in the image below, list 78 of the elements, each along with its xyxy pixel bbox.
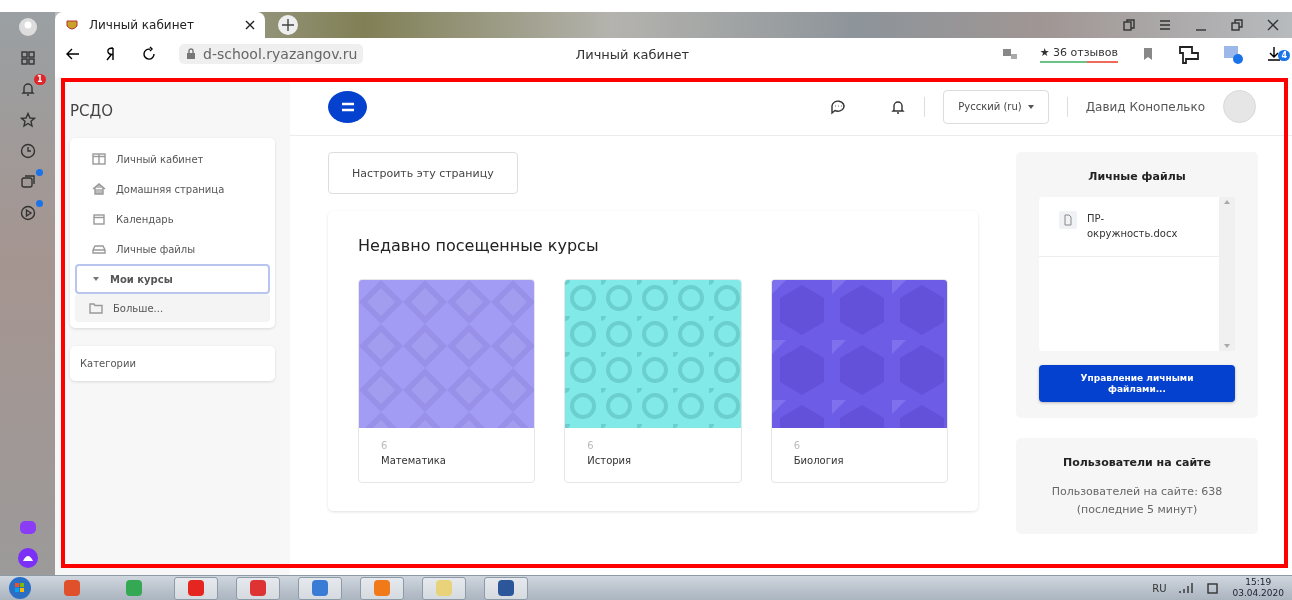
notification-dot-icon	[35, 169, 43, 176]
home-icon	[92, 183, 106, 195]
submenu-item[interactable]: Больше...	[75, 294, 270, 322]
course-name: Биология	[793, 455, 845, 466]
notification-badge: 1	[33, 74, 46, 85]
back-icon[interactable]	[65, 46, 81, 62]
grid-icon[interactable]	[19, 50, 36, 66]
cards-icon[interactable]	[19, 174, 36, 190]
page-title: Личный кабинет	[575, 46, 690, 62]
menu-icon	[340, 101, 355, 112]
bell-icon[interactable]	[19, 81, 36, 97]
reviews-link[interactable]: ★ 36 отзывов	[1039, 45, 1118, 63]
restore-icon[interactable]	[1230, 18, 1244, 32]
categories-link[interactable]: Категории	[70, 346, 275, 381]
clock[interactable]: 15:19 03.04.2020	[1232, 576, 1284, 600]
signal-icon	[1178, 582, 1195, 594]
language-dropdown[interactable]: Русский (ru)	[943, 89, 1049, 124]
folder-icon	[89, 302, 103, 314]
downloads-badge: 4	[1278, 50, 1290, 61]
manage-files-button[interactable]: Управление личными файлами...	[1039, 365, 1235, 402]
clock-icon[interactable]	[19, 143, 36, 159]
close-icon[interactable]	[245, 20, 255, 30]
menu-item[interactable]: Мои курсы	[75, 264, 270, 294]
protection-icon[interactable]	[1178, 43, 1200, 65]
windows-icon[interactable]	[1122, 18, 1136, 32]
table-icon	[92, 153, 106, 165]
app-icon[interactable]	[186, 578, 206, 598]
course-category: 6	[587, 440, 595, 451]
menu-item[interactable]: Личный кабинет	[75, 144, 270, 174]
download-icon[interactable]	[1266, 46, 1282, 62]
document-icon	[1059, 211, 1077, 229]
menu-item[interactable]: Домашняя страница	[75, 174, 270, 204]
online-count: Пользователей на сайте: 638	[1051, 484, 1223, 500]
profile-icon[interactable]	[17, 17, 38, 37]
browser-tab[interactable]: Личный кабинет	[55, 12, 265, 38]
course-card[interactable]: 6 История	[564, 279, 742, 483]
block-title: Личные файлы	[1088, 170, 1186, 183]
block-title: Пользователи на сайте	[1063, 456, 1211, 469]
course-name: История	[587, 455, 633, 466]
chat-icon[interactable]	[830, 98, 847, 115]
app-icon[interactable]	[248, 578, 268, 598]
customize-page-button[interactable]: Настроить эту страницу	[328, 152, 518, 194]
online-note: (последние 5 минут)	[1076, 501, 1198, 518]
address-field[interactable]: d-school.ryazangov.ru	[179, 44, 364, 64]
app-icon[interactable]	[310, 578, 330, 598]
menu-item[interactable]: Личные файлы	[75, 234, 270, 264]
assistant-icon[interactable]	[16, 547, 39, 569]
block-title: Недавно посещенные курсы	[358, 236, 600, 255]
app-icon[interactable]	[62, 578, 82, 598]
course-card[interactable]: 6 Биология	[770, 279, 948, 483]
add-tab-icon[interactable]	[277, 14, 299, 36]
course-card[interactable]: 6 Математика	[358, 279, 536, 483]
play-icon[interactable]	[19, 205, 36, 221]
close-icon[interactable]	[1266, 18, 1280, 32]
menu-button[interactable]	[328, 90, 367, 123]
course-category: 6	[793, 440, 802, 451]
extension-icon[interactable]	[1222, 43, 1244, 65]
file-link[interactable]: ПР-окружность.docx	[1087, 211, 1187, 242]
reload-icon[interactable]	[141, 46, 157, 62]
caret-icon	[1027, 104, 1034, 109]
drive-icon	[92, 243, 106, 255]
lock-icon	[185, 48, 197, 60]
notification-dot-icon	[35, 200, 43, 207]
course-name: Математика	[381, 455, 447, 466]
app-icon[interactable]	[496, 578, 516, 598]
calendar-icon	[92, 213, 106, 225]
start-orb-icon[interactable]	[8, 576, 32, 600]
bell-icon[interactable]	[890, 98, 907, 115]
menu-item[interactable]: Календарь	[75, 204, 270, 234]
translate-icon[interactable]	[1001, 46, 1018, 62]
site-brand[interactable]: РСДО	[70, 102, 275, 120]
course-category: 6	[381, 440, 389, 451]
language-indicator[interactable]: RU	[1152, 582, 1167, 594]
crest-icon	[65, 18, 79, 32]
user-name[interactable]: Давид Конопелько	[1085, 99, 1205, 114]
menu-icon[interactable]	[1158, 18, 1172, 32]
power-icon[interactable]	[1206, 581, 1221, 595]
star-icon[interactable]	[19, 112, 36, 128]
